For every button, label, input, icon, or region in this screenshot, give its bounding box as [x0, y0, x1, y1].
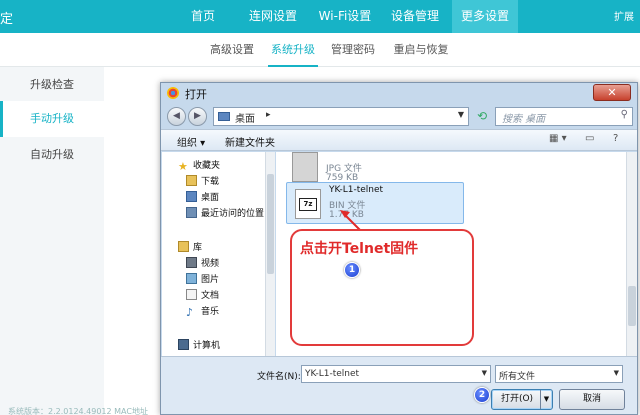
callout-text: 点击开Telnet固件 [300, 241, 419, 257]
step-badge-2: 2 [474, 387, 490, 403]
callout-box: 点击开Telnet固件 [290, 229, 474, 346]
step-badge-1: 1 [344, 262, 360, 278]
annotation-arrow [340, 210, 361, 231]
